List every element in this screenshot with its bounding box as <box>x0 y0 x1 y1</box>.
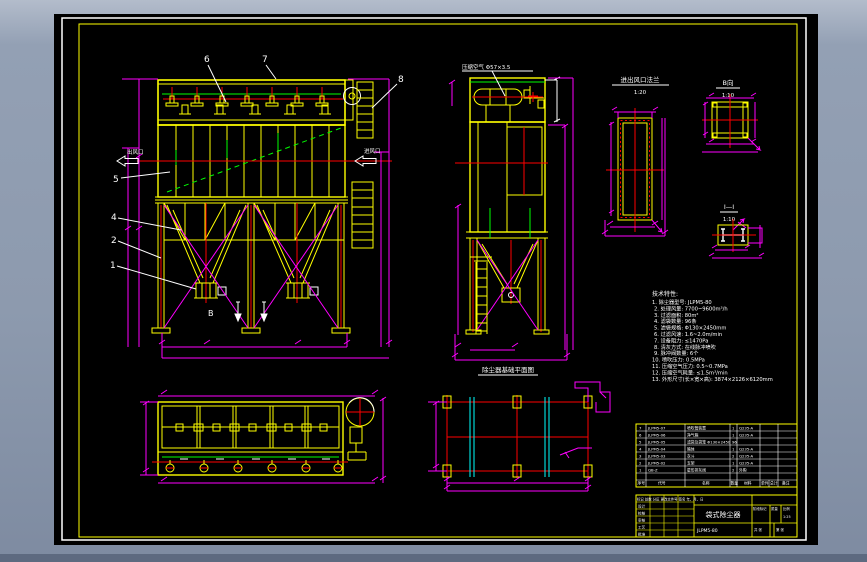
sign-row: 审核 <box>638 518 646 523</box>
note-line: 2. 处理风量: 7700~9600m³/h <box>654 304 728 312</box>
bom-cell: JLPM5-02 <box>647 461 666 466</box>
drawing-title: 袋式除尘器 <box>706 510 741 519</box>
scale-label: 比例 <box>783 506 790 511</box>
stage-label: 阶段标记 <box>753 506 767 511</box>
mass-label: 质量 <box>771 506 778 511</box>
notes-heading: 技术特性: <box>652 290 678 298</box>
note-line: 4. 滤袋数量: 96条 <box>654 317 697 325</box>
bom-header-total: 总计 <box>770 481 778 486</box>
sheet-total: 共 张 <box>754 527 762 532</box>
flange-view-title: 进出风口法兰 <box>621 75 661 84</box>
bom-cell: JLPM5-04 <box>647 447 666 452</box>
bom-cell: 箱体 <box>687 447 695 452</box>
callout-1: 1 <box>110 261 116 271</box>
sign-labels: 设计 校核 审核 工艺 批准 <box>638 504 646 537</box>
note-line: 11. 压缩空气压力: 0.5~0.7MPa <box>652 362 728 370</box>
bom-cell: 星形排灰阀 <box>687 468 706 473</box>
note-line: 6. 过滤风速: 1.6~2.0m/min <box>654 330 722 338</box>
callout-8: 8 <box>398 75 404 85</box>
sign-row: 批准 <box>638 532 646 537</box>
callout-6: 6 <box>204 55 210 65</box>
bom-header-name: 名称 <box>702 481 710 486</box>
note-line: 5. 滤袋规格: Φ130×2450mm <box>654 324 726 332</box>
mark-header: 标记 处数 分区 更改文件号 签名 年、月、日 <box>637 497 703 502</box>
bom-cell: 净气箱 <box>687 433 699 438</box>
sign-row: 工艺 <box>638 525 646 530</box>
drawing-viewport[interactable]: 出风口 进风口 6 7 8 5 4 2 1 B 压缩空气 Φ57×3.5 进出风… <box>0 0 867 562</box>
note-line: 13. 外形尺寸(长×宽×高): 3874×2126×6120mm <box>652 375 773 383</box>
section-title: I—I <box>724 203 734 211</box>
flange-view-scale: 1:20 <box>634 90 647 96</box>
bom-cell: Q235-A <box>739 433 754 438</box>
note-line: 7. 设备阻力: ≤1470Pa <box>654 336 708 344</box>
cad-application-window: 出风口 进风口 6 7 8 5 4 2 1 B 压缩空气 Φ57×3.5 进出风… <box>0 0 867 562</box>
window-bottom-strip <box>0 554 867 562</box>
bom-header-single: 单件 <box>761 481 769 486</box>
sign-row: 设计 <box>638 504 646 509</box>
bom-header-code: 代号 <box>658 481 666 486</box>
note-line: 3. 过滤面积: 80m² <box>654 311 698 319</box>
bom-cell: QB-Z <box>648 468 658 473</box>
scale-value: 1:25 <box>783 515 791 519</box>
b-view-title: B向 <box>723 78 734 87</box>
callout-7: 7 <box>262 55 268 65</box>
bom-cell: JLPM5-07 <box>647 426 666 431</box>
callout-5: 5 <box>113 175 119 185</box>
bom-cell: JLPM5-05 <box>647 440 666 445</box>
bom-header-material: 材料 <box>744 481 752 486</box>
sheet-no: 第 张 <box>776 527 784 532</box>
bom-cell: 96 <box>732 440 737 445</box>
section-scale: 1:10 <box>723 217 736 223</box>
bom-cell: Q235-A <box>739 426 754 431</box>
note-line: 1. 除尘器型号: JLPM5-80 <box>652 298 712 306</box>
bom-cell: 外购 <box>739 468 747 473</box>
bom-cell: JLPM5-06 <box>647 433 666 438</box>
bom-cell: 支架 <box>687 461 695 466</box>
note-line: 9. 脉冲阀数量: 6个 <box>654 349 699 357</box>
note-line: 10. 喷吹压力: 0.5MPa <box>652 356 705 364</box>
bom-cell: 滤袋及袋笼 Φ130×2450 <box>687 440 731 445</box>
note-line: 8. 清灰方式: 在线脉冲喷吹 <box>654 343 716 351</box>
outlet-label: 出风口 <box>127 148 144 156</box>
plan-title: 除尘器基础平面图 <box>482 365 534 374</box>
callout-b: B <box>208 309 214 318</box>
sign-row: 校核 <box>638 511 646 516</box>
inlet-label: 进风口 <box>364 147 381 155</box>
drawing-number: JLPM5-80 <box>696 528 718 534</box>
bom-cell: Q235-A <box>739 461 754 466</box>
bom-cell: Q235-A <box>739 454 754 459</box>
bom-header-qty: 数量 <box>731 481 739 486</box>
bom-header-remark: 备注 <box>782 481 790 486</box>
note-line: 12. 压缩空气耗量: ≤1.5m³/min <box>652 368 728 376</box>
bom-header-no: 序号 <box>638 481 646 486</box>
compressed-air-label: 压缩空气 Φ57×3.5 <box>462 63 511 71</box>
bom-cell: Q235-A <box>739 447 754 452</box>
bom-cell: 灰斗 <box>687 454 695 459</box>
callout-2: 2 <box>111 236 117 246</box>
callout-4: 4 <box>111 213 117 223</box>
bom-cell: 喷吹管装置 <box>687 426 706 431</box>
bom-cell: JLPM5-03 <box>647 454 666 459</box>
